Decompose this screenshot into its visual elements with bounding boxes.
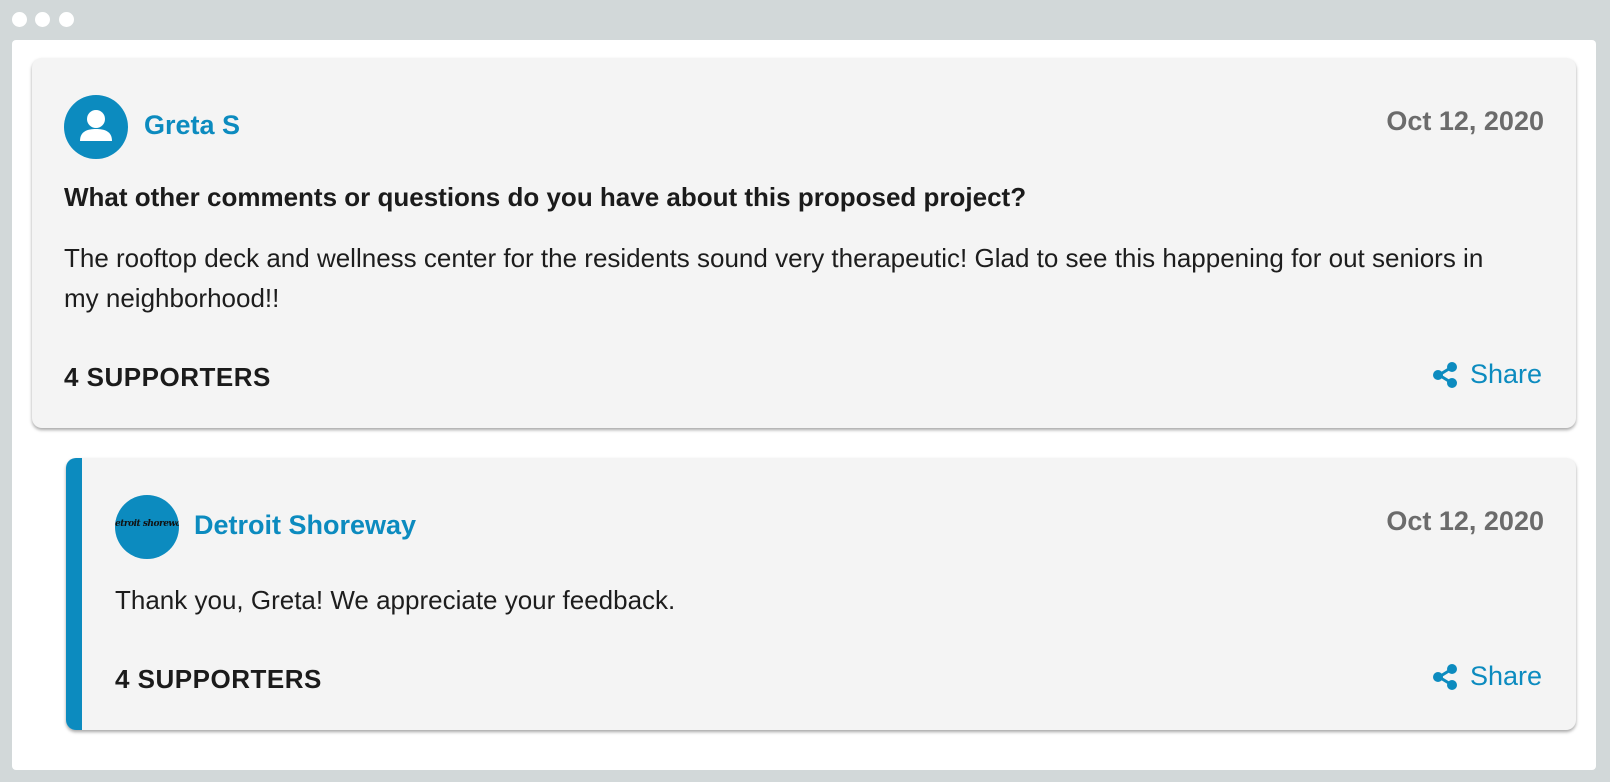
window-minimize-dot[interactable]: [35, 12, 50, 27]
window-maximize-dot[interactable]: [59, 12, 74, 27]
user-icon: [64, 95, 128, 159]
reply-date: Oct 12, 2020: [1386, 506, 1544, 536]
window-close-dot[interactable]: [12, 12, 27, 27]
reply-card: etroit shorewa Detroit Shoreway Oct 12, …: [66, 458, 1576, 730]
organization-logo-text: etroit shorewa: [115, 519, 179, 529]
comment-share-button[interactable]: Share: [1432, 359, 1542, 390]
comment-share-label: Share: [1469, 359, 1542, 389]
comment-author[interactable]: Greta S: [144, 110, 240, 141]
share-icon: [1432, 663, 1457, 690]
comment-supporters-count[interactable]: 4 SUPPORTERS: [64, 362, 271, 393]
comment-body: The rooftop deck and wellness center for…: [64, 243, 1484, 313]
page-viewport: Greta S Oct 12, 2020 What other comments…: [12, 40, 1596, 770]
reply-share-button[interactable]: Share: [1432, 661, 1542, 692]
share-icon: [1432, 361, 1457, 388]
reply-author[interactable]: Detroit Shoreway: [194, 510, 416, 541]
comment-card: Greta S Oct 12, 2020 What other comments…: [32, 58, 1576, 428]
reply-supporters-count[interactable]: 4 SUPPORTERS: [115, 664, 322, 695]
reply-body: Thank you, Greta! We appreciate your fee…: [115, 585, 676, 615]
comment-question: What other comments or questions do you …: [64, 182, 1027, 212]
reply-share-label: Share: [1469, 661, 1542, 691]
window-title-bar: [0, 0, 1610, 40]
reply-accent-bar: [66, 458, 82, 730]
comment-date: Oct 12, 2020: [1386, 106, 1544, 136]
organization-avatar: etroit shorewa: [115, 495, 179, 559]
